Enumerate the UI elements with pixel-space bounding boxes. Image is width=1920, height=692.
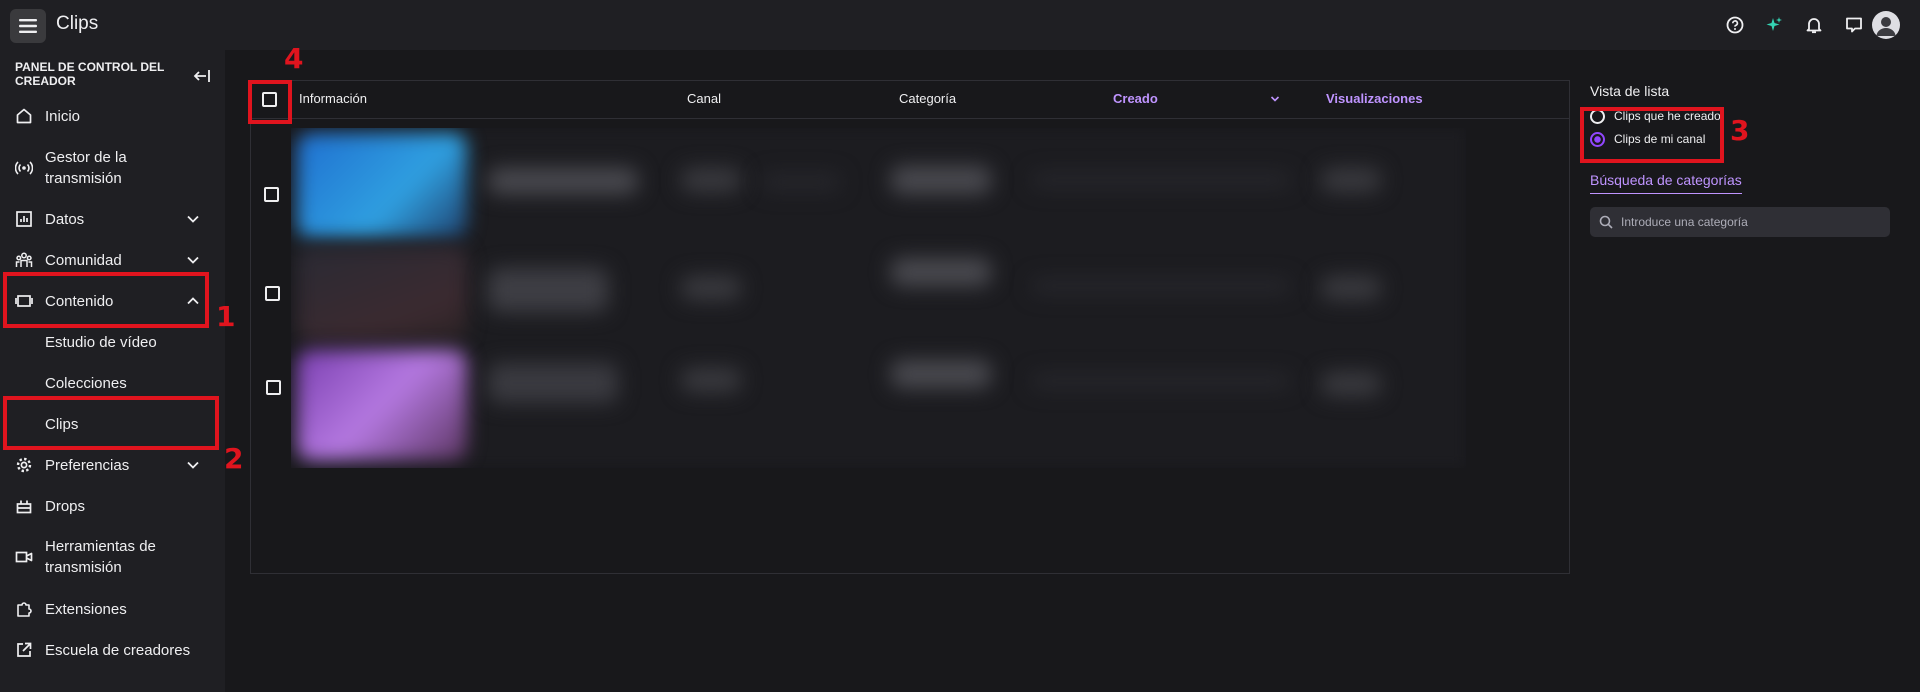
messages-icon[interactable]	[1843, 14, 1865, 36]
column-header-visualizaciones[interactable]: Visualizaciones	[1326, 91, 1423, 106]
column-header-creado[interactable]: Creado	[1113, 91, 1158, 106]
broadcast-icon	[14, 158, 34, 178]
annotation-number-4: 4	[284, 42, 304, 75]
sidebar-item-inicio[interactable]: Inicio	[0, 104, 225, 128]
list-view-title: Vista de lista	[1590, 83, 1670, 99]
gear-icon	[14, 455, 34, 475]
sidebar-item-label: Extensiones	[45, 600, 127, 618]
avatar[interactable]	[1872, 11, 1900, 39]
sidebar-item-gestor[interactable]: Gestor de la transmisión	[0, 147, 225, 189]
panel-title: PANEL DE CONTROL DEL CREADOR	[15, 60, 165, 88]
sidebar-subitem-label: Colecciones	[45, 374, 127, 392]
clip-channel-blurred	[681, 168, 741, 192]
row-checkbox[interactable]	[265, 286, 280, 301]
bell-icon[interactable]	[1803, 14, 1825, 36]
annotation-box-select-all	[248, 80, 292, 124]
page-title: Clips	[56, 13, 99, 34]
sidebar-item-label: Gestor de la transmisión	[45, 149, 127, 187]
clip-thumbnail[interactable]	[297, 133, 467, 238]
sidebar-item-label: Drops	[45, 497, 86, 515]
column-header-categoria[interactable]: Categoría	[899, 91, 956, 106]
sidebar-item-datos[interactable]: Datos	[0, 207, 225, 231]
community-icon	[14, 250, 34, 270]
menu-button[interactable]	[10, 9, 46, 43]
sort-chevron-icon[interactable]	[1270, 95, 1280, 103]
home-icon	[14, 106, 34, 126]
search-icon	[1599, 215, 1613, 229]
sidebar-item-label: Preferencias	[45, 456, 130, 474]
menu-icon	[19, 19, 37, 33]
sidebar-item-extensiones[interactable]: Extensiones	[0, 597, 225, 621]
sidebar-item-label: Inicio	[45, 107, 81, 125]
chevron-down-icon	[187, 215, 199, 223]
annotation-number-3: 3	[1730, 114, 1750, 147]
help-icon[interactable]	[1724, 14, 1746, 36]
row-checkbox[interactable]	[266, 380, 281, 395]
puzzle-icon	[14, 599, 34, 619]
clip-channel-blurred	[681, 368, 741, 392]
camera-icon	[14, 547, 34, 567]
annotation-number-1: 1	[216, 300, 236, 333]
collapse-sidebar-icon[interactable]	[192, 66, 212, 86]
clip-meta-blurred	[761, 173, 841, 191]
sidebar-item-label: Herramientas de transmisión	[45, 538, 156, 576]
drops-icon	[14, 496, 34, 516]
sidebar-item-label: Comunidad	[45, 251, 122, 269]
category-search-input[interactable]: Introduce una categoría	[1590, 207, 1890, 237]
clip-thumbnail[interactable]	[297, 350, 467, 460]
clip-date-blurred	[1031, 172, 1291, 188]
clip-date-blurred	[1031, 278, 1291, 294]
annotation-box-channel-clips	[1580, 107, 1724, 163]
clip-title-blurred	[488, 268, 608, 312]
sidebar-subitem-colecciones[interactable]: Colecciones	[0, 371, 225, 395]
clip-views-blurred	[1321, 168, 1381, 192]
sidebar-item-label: Datos	[45, 210, 85, 228]
clip-category-blurred	[891, 258, 991, 286]
annotation-box-clips	[3, 396, 219, 450]
sidebar-item-label: Escuela de creadores	[45, 641, 191, 659]
clip-channel-blurred	[681, 276, 741, 300]
column-header-informacion[interactable]: Información	[299, 91, 367, 106]
sidebar-item-comunidad[interactable]: Comunidad	[0, 248, 225, 272]
chevron-down-icon	[187, 256, 199, 264]
category-search-tab[interactable]: Búsqueda de categorías	[1590, 172, 1742, 194]
chevron-down-icon	[187, 461, 199, 469]
table-body	[291, 128, 1466, 468]
clip-category-blurred	[891, 166, 991, 194]
chart-icon	[14, 209, 34, 229]
clip-thumbnail[interactable]	[297, 246, 467, 341]
column-header-canal[interactable]: Canal	[687, 91, 721, 106]
clip-views-blurred	[1321, 372, 1381, 396]
sidebar-subitem-estudio[interactable]: Estudio de vídeo	[0, 330, 225, 354]
sidebar-item-escuela[interactable]: Escuela de creadores	[0, 638, 225, 662]
sparkle-icon[interactable]	[1763, 14, 1785, 36]
row-checkbox[interactable]	[264, 187, 279, 202]
clip-category-blurred	[891, 360, 991, 388]
clip-title-blurred	[488, 363, 618, 403]
search-placeholder: Introduce una categoría	[1621, 215, 1748, 229]
sidebar-subitem-label: Estudio de vídeo	[45, 333, 157, 351]
clip-views-blurred	[1321, 276, 1381, 300]
sidebar-item-herramientas[interactable]: Herramientas de transmisión	[0, 536, 225, 578]
sidebar-item-preferencias[interactable]: Preferencias	[0, 453, 225, 477]
table-header-divider	[251, 118, 1569, 119]
clip-date-blurred	[1031, 373, 1291, 389]
external-link-icon	[14, 640, 34, 660]
annotation-number-2: 2	[224, 442, 244, 475]
sidebar-item-drops[interactable]: Drops	[0, 494, 225, 518]
clip-title-blurred	[488, 168, 638, 194]
annotation-box-contenido	[3, 272, 209, 328]
